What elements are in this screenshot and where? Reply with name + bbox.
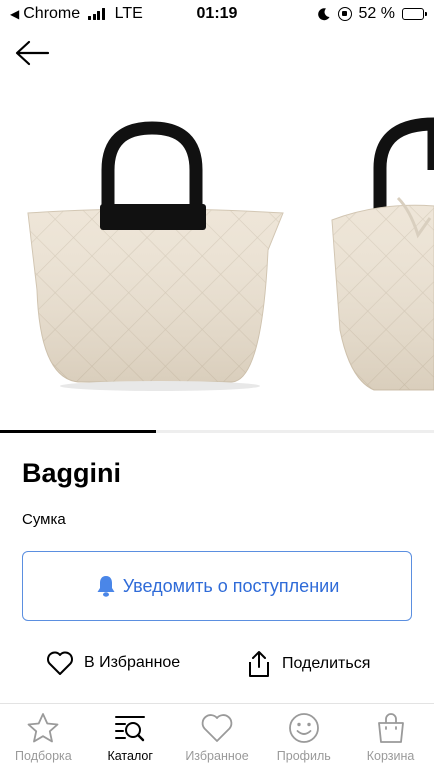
product-brand: Baggini xyxy=(22,458,121,488)
arrow-left-icon xyxy=(15,40,50,66)
smile-icon xyxy=(288,713,319,743)
product-image-bag-front xyxy=(27,117,434,391)
star-icon xyxy=(27,713,59,743)
orientation-lock-icon xyxy=(337,7,352,21)
status-bar-right: 52 % xyxy=(317,5,427,23)
gallery-progress xyxy=(0,430,434,433)
tab-favorites[interactable]: Избранное xyxy=(174,704,261,770)
product-type: Сумка xyxy=(22,511,66,528)
tab-catalog[interactable]: Каталог xyxy=(87,704,174,770)
back-button[interactable] xyxy=(14,38,54,70)
tab-label: Избранное xyxy=(185,749,249,763)
tab-profile[interactable]: Профиль xyxy=(260,704,347,770)
share-label: Поделиться xyxy=(282,655,371,672)
tab-cart[interactable]: Корзина xyxy=(347,704,434,770)
tab-label: Каталог xyxy=(107,749,153,763)
battery-icon xyxy=(402,8,427,20)
bag-icon xyxy=(377,713,404,743)
tab-label: Подборка xyxy=(15,749,72,763)
tab-bar: Подборка Каталог Избранное Профиль Корзи… xyxy=(0,703,434,770)
tab-label: Корзина xyxy=(366,749,415,763)
heart-outline-icon xyxy=(47,651,73,675)
bell-icon xyxy=(97,576,115,597)
gallery-progress-fill xyxy=(0,430,157,433)
battery-percent: 52 % xyxy=(358,5,395,22)
notify-availability-label: Уведомить о поступлении xyxy=(122,575,340,596)
moon-icon xyxy=(317,8,330,21)
tab-label: Профиль xyxy=(276,749,331,763)
add-to-favorites-label: В Избранное xyxy=(84,654,181,671)
add-to-favorites-button[interactable]: В Избранное xyxy=(46,650,180,676)
status-bar: ◀ Chrome LTE 01:19 52 % xyxy=(0,0,434,30)
product-gallery[interactable] xyxy=(0,90,434,430)
catalog-search-icon xyxy=(115,716,146,742)
share-button[interactable]: Поделиться xyxy=(246,650,370,678)
heart-icon xyxy=(201,714,233,742)
notify-availability-button[interactable]: Уведомить о поступлении xyxy=(22,551,412,621)
share-icon xyxy=(249,651,269,677)
tab-podborka[interactable]: Подборка xyxy=(0,704,87,770)
